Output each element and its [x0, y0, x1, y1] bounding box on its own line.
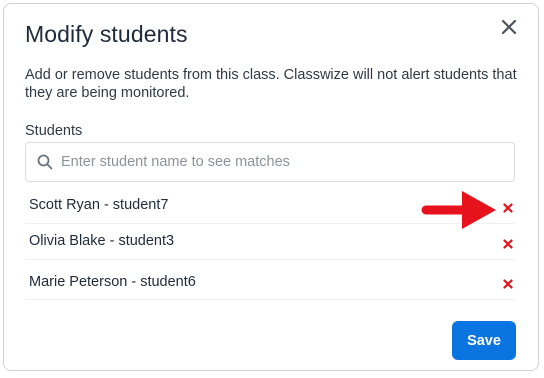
student-name: Marie Peterson - student6 — [29, 274, 196, 290]
student-name: Olivia Blake - student3 — [29, 233, 175, 249]
student-name: Scott Ryan - student7 — [29, 197, 169, 213]
red-arrow-icon — [420, 190, 500, 230]
remove-x-icon — [503, 239, 513, 249]
modify-students-dialog: Modify students Add or remove students f… — [3, 3, 539, 371]
dialog-description: Add or remove students from this class. … — [25, 67, 517, 101]
close-icon — [501, 19, 517, 35]
close-button[interactable] — [498, 16, 520, 38]
remove-student-button[interactable] — [503, 236, 513, 249]
student-row: Marie Peterson - student6 — [25, 262, 515, 300]
remove-x-icon — [503, 279, 513, 289]
remove-student-button[interactable] — [503, 276, 513, 289]
remove-x-icon — [503, 203, 513, 213]
student-search-input[interactable] — [59, 153, 503, 171]
students-label: Students — [25, 123, 83, 139]
dialog-title: Modify students — [25, 21, 188, 47]
student-search-box[interactable] — [25, 142, 515, 182]
remove-student-button[interactable] — [503, 200, 513, 213]
search-icon — [37, 154, 53, 170]
save-button[interactable]: Save — [452, 321, 516, 360]
